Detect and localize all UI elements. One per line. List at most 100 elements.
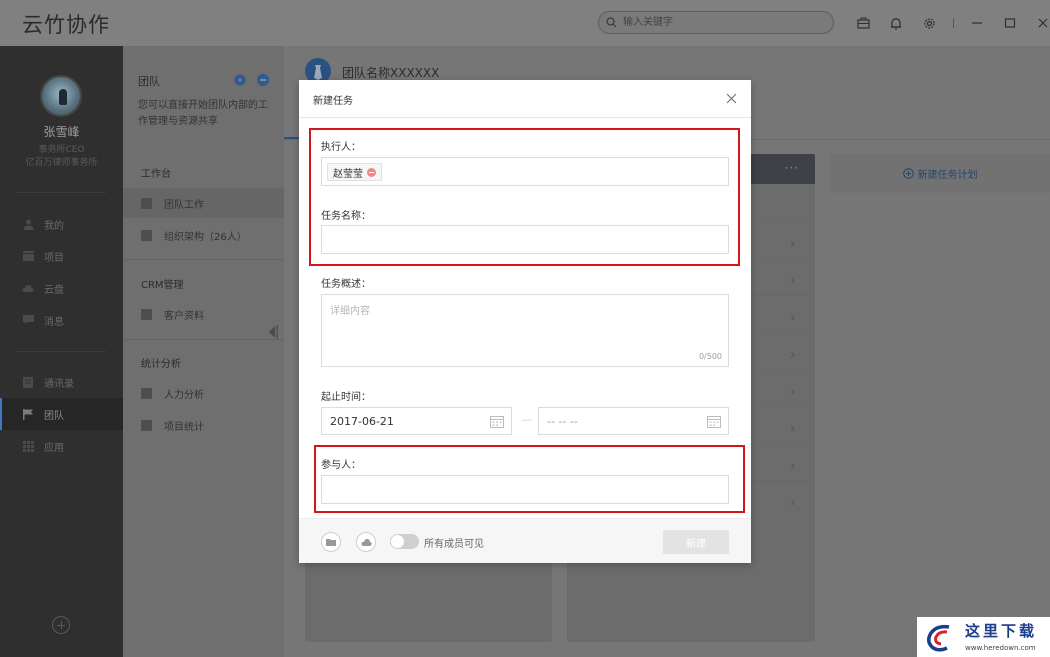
- divider: [123, 259, 284, 260]
- apps-grid-icon: [22, 440, 34, 452]
- user-role: 事务所CEO: [38, 145, 85, 155]
- app-title: 云竹协作: [22, 13, 110, 37]
- nav-item-team[interactable]: 团队: [0, 398, 123, 430]
- nav-item-projects[interactable]: 项目: [0, 240, 123, 272]
- task-name-label: 任务名称：: [321, 211, 371, 222]
- remove-icon[interactable]: [367, 167, 376, 177]
- new-task-dialog: 新建任务 执行人： 赵莹莹 任务名称： 任务概述： 0/500 起止时间： 20…: [299, 80, 751, 563]
- main-sidebar: 张雪峰 事务所CEO 亿百万律师事务所 我的 项目 云盘 消息 通讯录 团队 应…: [0, 46, 123, 657]
- visibility-toggle-label: 所有成员可见: [424, 539, 484, 550]
- team-panel-item-org[interactable]: 组织架构（26人）: [123, 220, 284, 250]
- collapse-arrow-icon[interactable]: [268, 324, 278, 340]
- add-icon[interactable]: [52, 616, 70, 634]
- window-controls: [854, 14, 1050, 32]
- char-counter: 0/500: [698, 352, 722, 361]
- participants-field[interactable]: [321, 475, 729, 504]
- divider: [16, 192, 106, 193]
- nav-label: 团队: [44, 410, 64, 422]
- new-task-plan-button[interactable]: 新建任务计划: [830, 154, 1050, 193]
- task-name-field: [321, 225, 729, 254]
- user-org: 亿百万律师事务所: [25, 158, 98, 168]
- gear-icon[interactable]: [234, 74, 246, 86]
- nav-item-messages[interactable]: 消息: [0, 304, 123, 336]
- team-name: 团队名称XXXXXX: [342, 66, 440, 80]
- watermark-url: www.heredown.com: [965, 644, 1036, 652]
- more-icon[interactable]: [257, 74, 269, 86]
- nav-label: 消息: [44, 316, 64, 328]
- chevron-right-icon[interactable]: ›: [790, 385, 800, 399]
- summary-textarea[interactable]: [322, 295, 728, 366]
- item-label: 团队工作: [164, 199, 204, 211]
- more-options-icon[interactable]: ···: [785, 161, 799, 175]
- executor-label: 执行人：: [321, 142, 361, 153]
- add-circle-icon: [902, 168, 914, 179]
- contacts-icon: [22, 376, 34, 388]
- team-panel-description: 您可以直接开始团队内部的工作管理与资源共享: [138, 100, 268, 127]
- chevron-right-icon[interactable]: ›: [790, 274, 800, 288]
- settings-icon[interactable]: [920, 14, 938, 32]
- create-button[interactable]: 新建: [663, 530, 729, 554]
- maximize-icon[interactable]: [1001, 14, 1019, 32]
- nav-label: 云盘: [44, 284, 64, 296]
- item-square-icon: [141, 387, 152, 399]
- start-date-picker[interactable]: 2017-06-21: [321, 407, 512, 435]
- participants-label: 参与人：: [321, 460, 361, 471]
- team-panel-item-team-work[interactable]: 团队工作: [123, 188, 284, 218]
- item-square-icon: [141, 308, 152, 320]
- end-date-picker[interactable]: -- -- --: [538, 407, 729, 435]
- team-panel-item-clients[interactable]: 客户资料: [123, 299, 284, 329]
- chevron-right-icon[interactable]: ›: [790, 459, 800, 473]
- close-icon[interactable]: [1034, 14, 1050, 32]
- calendar-icon[interactable]: [707, 415, 721, 428]
- divider: [123, 339, 284, 340]
- item-label: 客户资料: [164, 310, 204, 322]
- user-name: 张雪峰: [43, 125, 80, 139]
- summary-label: 任务概述：: [321, 279, 371, 290]
- search-icon: [606, 17, 617, 28]
- nav-item-mine[interactable]: 我的: [0, 208, 123, 240]
- team-panel-item-project-stats[interactable]: 项目统计: [123, 410, 284, 440]
- chevron-right-icon[interactable]: ›: [790, 422, 800, 436]
- nav-item-apps[interactable]: 应用: [0, 430, 123, 462]
- item-label: 项目统计: [164, 421, 204, 433]
- folder-icon[interactable]: [321, 532, 341, 552]
- item-square-icon: [141, 229, 152, 241]
- chevron-right-icon[interactable]: ›: [790, 311, 800, 325]
- cloud-upload-icon[interactable]: [356, 532, 376, 552]
- minimize-icon[interactable]: [968, 14, 986, 32]
- task-name-input[interactable]: [322, 226, 728, 253]
- flag-icon: [22, 408, 34, 420]
- visibility-toggle[interactable]: [390, 534, 419, 549]
- team-panel: 团队 您可以直接开始团队内部的工作管理与资源共享 工作台 团队工作 组织架构（2…: [123, 46, 284, 657]
- nav-item-contacts[interactable]: 通讯录: [0, 366, 123, 398]
- executor-field[interactable]: 赵莹莹: [321, 157, 729, 186]
- item-label: 组织架构（26人）: [164, 231, 247, 243]
- cloud-icon: [22, 282, 34, 294]
- section-title-crm: CRM管理: [141, 280, 184, 291]
- calendar-icon[interactable]: [490, 415, 504, 428]
- search-box[interactable]: [598, 11, 834, 34]
- chevron-right-icon[interactable]: ›: [790, 348, 800, 362]
- message-icon: [22, 314, 34, 326]
- chevron-right-icon[interactable]: ›: [790, 237, 800, 251]
- nav-label: 我的: [44, 220, 64, 232]
- user-icon: [22, 218, 34, 230]
- title-bar: 云竹协作: [0, 0, 1050, 46]
- close-icon[interactable]: [725, 92, 738, 105]
- executor-tag: 赵莹莹: [327, 163, 382, 181]
- team-panel-item-hr-analysis[interactable]: 人力分析: [123, 378, 284, 408]
- chevron-right-icon[interactable]: ›: [790, 496, 800, 510]
- section-title-stats: 统计分析: [141, 359, 181, 370]
- section-title-workbench: 工作台: [141, 169, 171, 180]
- executor-tag-label: 赵莹莹: [333, 168, 363, 180]
- watermark-text: 这里下载: [965, 622, 1038, 640]
- bell-icon[interactable]: [887, 14, 905, 32]
- new-task-plan-label: 新建任务计划: [917, 170, 978, 181]
- nav-item-cloud[interactable]: 云盘: [0, 272, 123, 304]
- search-input[interactable]: [623, 14, 823, 31]
- avatar[interactable]: [40, 75, 82, 117]
- nav-label: 通讯录: [44, 378, 74, 390]
- dialog-title: 新建任务: [313, 96, 353, 107]
- divider: [16, 351, 106, 352]
- briefcase-icon[interactable]: [854, 14, 872, 32]
